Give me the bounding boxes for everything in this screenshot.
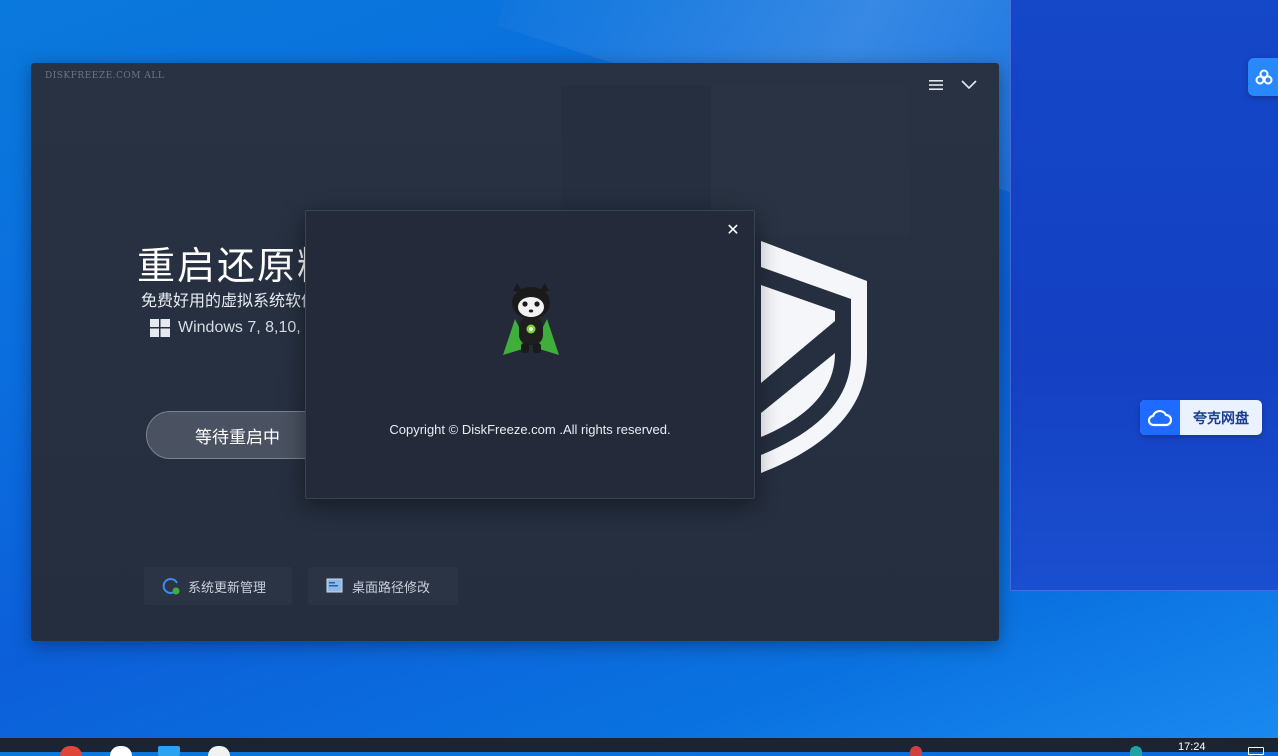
baidu-netdisk-float-button[interactable]: [1248, 58, 1278, 96]
tray-network-icon[interactable]: [1130, 746, 1142, 756]
copyright-text: Copyright © DiskFreeze.com .All rights r…: [389, 422, 671, 437]
tray-notification-icon[interactable]: [910, 746, 922, 756]
chevron-down-icon: [961, 80, 977, 90]
collapse-button[interactable]: [957, 75, 981, 95]
cloud-cluster-icon: [1255, 69, 1273, 85]
windows-logo-icon: [150, 319, 170, 337]
system-update-label: 系统更新管理: [188, 580, 267, 596]
about-dialog: ✕ Copyright © DiskFreeze.com .All rights…: [305, 210, 755, 499]
close-icon[interactable]: ✕: [724, 221, 742, 239]
taskbar-app-icon[interactable]: [60, 746, 82, 756]
taskbar-app-icon[interactable]: [158, 746, 180, 756]
refresh-check-icon: [162, 578, 180, 595]
taskbar: [0, 738, 1278, 756]
windows-versions: Windows 7, 8,10,11: [178, 319, 302, 336]
desktop-folder-icon: [326, 578, 343, 593]
desktop-path-button[interactable]: 桌面路径修改: [308, 567, 458, 605]
waiting-restart-label: 等待重启中: [195, 427, 280, 448]
background-window-panel: [1010, 0, 1278, 591]
menu-button[interactable]: [924, 75, 948, 95]
cloud-icon: [1140, 400, 1180, 435]
taskbar-app-icon[interactable]: [208, 746, 230, 756]
mascot-logo-icon: [503, 283, 559, 355]
app-subline: 免费好用的虚拟系统软件: [141, 291, 311, 310]
quark-cloud-float-button[interactable]: 夸克网盘: [1140, 400, 1262, 435]
tray-battery-icon[interactable]: [1248, 747, 1264, 755]
menu-icon: [929, 80, 943, 90]
taskbar-app-icon[interactable]: [110, 746, 132, 756]
taskbar-clock[interactable]: 17:24: [1178, 741, 1206, 753]
quark-label: 夸克网盘: [1193, 410, 1249, 427]
desktop-path-label: 桌面路径修改: [352, 580, 431, 596]
app-watermark: DISKFREEZE.COM ALL: [45, 71, 165, 81]
system-update-button[interactable]: 系统更新管理: [144, 567, 292, 605]
app-headline: 重启还原精灵: [137, 244, 307, 288]
windows-support-line: Windows 7, 8,10,11: [150, 319, 302, 337]
